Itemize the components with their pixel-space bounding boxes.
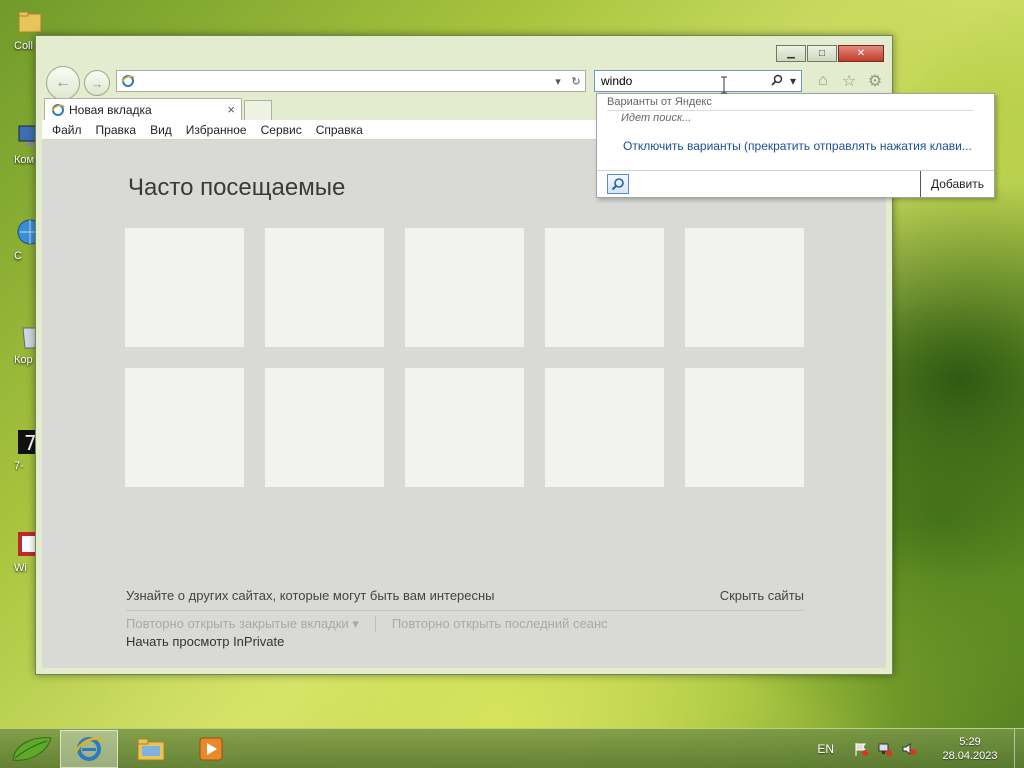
desktop-icon-label: Кор	[14, 354, 33, 366]
caption-buttons: ▁ □ ✕	[776, 45, 884, 62]
suggestions-header: Варианты от Яндекс	[607, 96, 973, 111]
folder-icon	[18, 11, 42, 33]
divider	[374, 616, 376, 632]
address-bar[interactable]: ▾ ↻	[116, 70, 586, 92]
arrow-right-icon: →	[90, 75, 104, 91]
suggestions-status: Идет поиск...	[621, 112, 692, 124]
frequent-site-tile[interactable]	[125, 228, 244, 347]
frequent-site-tile[interactable]	[265, 228, 384, 347]
minimize-button[interactable]: ▁	[776, 45, 806, 62]
text-cursor-icon	[721, 76, 727, 94]
gear-icon[interactable]: ⚙	[866, 72, 884, 90]
reopen-last-session-link[interactable]: Повторно открыть последний сеанс	[392, 616, 608, 632]
page-title: Часто посещаемые	[128, 174, 346, 201]
frequent-site-tile[interactable]	[685, 368, 804, 487]
frequent-site-tile[interactable]	[685, 228, 804, 347]
clock-time: 5:29	[959, 736, 981, 748]
new-tab-button[interactable]	[244, 100, 272, 120]
menu-view[interactable]: Вид	[150, 123, 172, 137]
desktop-icon-label: Coll	[14, 40, 33, 52]
media-player-icon	[199, 737, 223, 761]
hide-sites-link[interactable]: Скрыть сайты	[720, 588, 804, 603]
start-button[interactable]	[6, 731, 56, 767]
disable-suggestions-link[interactable]: Отключить варианты (прекратить отправлят…	[623, 139, 972, 153]
magnifier-icon	[611, 178, 624, 191]
discover-sites-link[interactable]: Узнайте о других сайтах, которые могут б…	[126, 588, 495, 603]
search-icon[interactable]	[769, 74, 785, 89]
back-button[interactable]: ←	[46, 66, 80, 100]
arrow-left-icon: ←	[55, 74, 71, 91]
desktop-icon-label: Wi	[14, 562, 27, 574]
menu-edit[interactable]: Правка	[96, 123, 137, 137]
suggestions-footer: Добавить	[597, 170, 994, 197]
ie-page-icon	[121, 75, 135, 87]
folder-icon	[137, 738, 165, 761]
taskbar-file-explorer[interactable]	[122, 730, 180, 768]
menu-tools[interactable]: Сервис	[261, 123, 302, 137]
leaf-start-icon	[12, 737, 52, 761]
frequent-site-tile[interactable]	[125, 368, 244, 487]
menu-favorites[interactable]: Избранное	[186, 123, 247, 137]
menu-help[interactable]: Справка	[316, 123, 363, 137]
refresh-icon[interactable]: ↻	[567, 75, 585, 88]
search-box[interactable]: ▾	[594, 70, 802, 92]
frequent-site-tile[interactable]	[265, 368, 384, 487]
show-desktop-button[interactable]	[1014, 729, 1024, 768]
menu-file[interactable]: Файл	[52, 123, 82, 137]
add-provider-button[interactable]: Добавить	[919, 171, 994, 197]
clock[interactable]: 5:29 28.04.2023	[934, 735, 1006, 763]
close-tab-icon[interactable]: ×	[227, 102, 235, 117]
volume-muted-icon[interactable]	[900, 740, 918, 758]
home-icon[interactable]: ⌂	[814, 72, 832, 90]
search-dropdown-icon[interactable]: ▾	[785, 74, 801, 88]
ie-tab-icon	[51, 103, 65, 116]
tab-label: Новая вкладка	[69, 102, 152, 117]
close-window-button[interactable]: ✕	[838, 45, 884, 62]
frequent-site-tile[interactable]	[405, 228, 524, 347]
reopen-closed-tabs-link[interactable]: Повторно открыть закрытые вкладки ▾	[126, 616, 359, 632]
desktop-icon-label: 7-	[14, 460, 24, 472]
command-icons: ⌂ ☆ ⚙	[814, 72, 884, 90]
search-suggestions-dropdown: Варианты от Яндекс Идет поиск... Отключи…	[596, 93, 995, 198]
discover-row: Узнайте о других сайтах, которые могут б…	[126, 588, 804, 611]
address-dropdown-icon[interactable]: ▾	[549, 75, 567, 88]
forward-button[interactable]: →	[84, 70, 110, 96]
action-center-flag-icon[interactable]	[852, 740, 870, 758]
network-icon[interactable]	[876, 740, 894, 758]
address-input[interactable]	[135, 72, 549, 90]
frequent-site-tile[interactable]	[405, 368, 524, 487]
tab-new-tab[interactable]: Новая вкладка ×	[44, 98, 242, 120]
favorites-star-icon[interactable]: ☆	[840, 72, 858, 90]
search-input[interactable]	[595, 72, 769, 90]
taskbar: EN 5:29 28.04.2023	[0, 728, 1024, 768]
start-inprivate-link[interactable]: Начать просмотр InPrivate	[126, 634, 284, 649]
maximize-button[interactable]: □	[807, 45, 837, 62]
new-tab-page: Часто посещаемые Узнайте о других сайтах…	[42, 140, 886, 668]
taskbar-media-player[interactable]	[182, 730, 240, 768]
system-tray: EN 5:29 28.04.2023	[817, 729, 1024, 768]
desktop-icon-label: C	[14, 250, 22, 262]
language-indicator[interactable]: EN	[817, 742, 834, 756]
frequent-site-tile[interactable]	[545, 228, 664, 347]
internet-explorer-icon	[74, 737, 104, 761]
reopen-row: Повторно открыть закрытые вкладки ▾ Повт…	[126, 616, 608, 632]
search-provider-button[interactable]	[607, 174, 629, 194]
taskbar-internet-explorer[interactable]	[60, 730, 118, 768]
clock-date: 28.04.2023	[942, 750, 998, 762]
frequent-site-tile[interactable]	[545, 368, 664, 487]
